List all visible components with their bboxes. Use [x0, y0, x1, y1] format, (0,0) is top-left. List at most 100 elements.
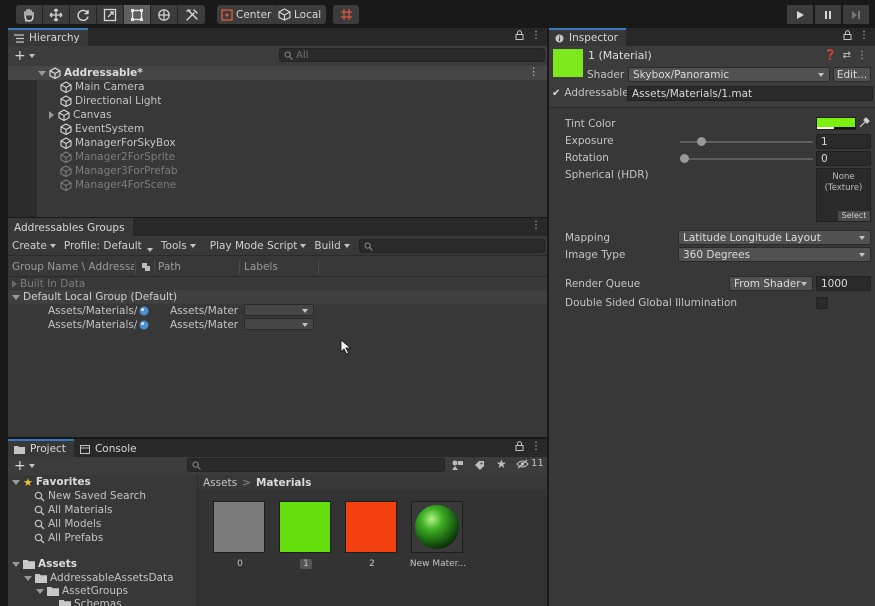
tab-console[interactable]: Console — [74, 439, 145, 457]
breadcrumb-current[interactable]: Materials — [256, 477, 311, 489]
asset-folder-item[interactable]: AssetGroups — [36, 584, 128, 598]
favorite-item[interactable]: All Materials — [34, 503, 112, 517]
rotation-slider-track[interactable] — [680, 158, 813, 160]
profile-menu[interactable]: Profile: Default — [60, 240, 157, 252]
hierarchy-search-input[interactable]: All — [279, 48, 545, 62]
addressable-entry-row[interactable]: Assets/Materials/1 Assets/Materi — [8, 304, 547, 318]
entry-labels-dropdown[interactable] — [244, 304, 314, 316]
pause-icon[interactable] — [815, 5, 841, 24]
filter-by-label-icon[interactable] — [474, 460, 485, 471]
entry-labels-dropdown[interactable] — [244, 318, 314, 330]
render-queue-field[interactable]: 1000 — [816, 276, 871, 291]
image-type-dropdown[interactable]: 360 Degrees — [678, 247, 871, 262]
filter-by-type-icon[interactable] — [452, 460, 464, 471]
chevron-down-icon — [28, 54, 35, 58]
create-menu[interactable]: Create — [8, 240, 60, 252]
tab-hierarchy[interactable]: Hierarchy — [8, 28, 88, 46]
favorite-item[interactable]: All Models — [34, 517, 101, 531]
more-menu-icon[interactable]: ⋮ — [531, 220, 541, 231]
texture-select-button[interactable]: Select — [838, 211, 870, 221]
transform-tool-icon[interactable] — [151, 5, 178, 24]
asset-item[interactable]: New Mater... — [410, 501, 466, 583]
asset-folder-item[interactable]: AddressableAssetsData — [24, 571, 174, 585]
lock-icon[interactable] — [515, 30, 524, 40]
favorite-star-icon[interactable]: ★ — [496, 457, 507, 471]
exposure-field[interactable]: 1 — [816, 134, 871, 149]
grid-snap-icon[interactable] — [333, 5, 359, 24]
dsgi-checkbox[interactable] — [816, 297, 828, 309]
favorite-item[interactable]: New Saved Search — [34, 489, 146, 503]
rect-tool-icon[interactable] — [124, 5, 151, 24]
asset-item[interactable]: 2 — [345, 501, 399, 583]
more-menu-icon[interactable]: ⋮ — [857, 50, 867, 61]
custom-tool-icon[interactable] — [178, 5, 205, 24]
more-menu-icon[interactable]: ⋮ — [859, 30, 869, 41]
pivot-toggle[interactable]: Center — [217, 5, 277, 24]
addressables-search-input[interactable] — [359, 239, 545, 253]
project-search-input[interactable] — [187, 458, 445, 472]
hand-tool-icon[interactable] — [16, 5, 43, 24]
eyedropper-icon[interactable] — [859, 117, 870, 128]
build-menu[interactable]: Build — [310, 240, 353, 252]
column-labels[interactable]: Labels — [244, 261, 278, 273]
hierarchy-item[interactable]: ManagerForSkyBox — [60, 136, 176, 150]
spherical-texture-slot[interactable]: None (Texture) Select — [816, 168, 871, 222]
render-queue-mode-dropdown[interactable]: From Shader — [729, 276, 813, 291]
column-path[interactable]: Path — [158, 261, 181, 273]
scene-row[interactable]: Addressable* — [38, 66, 143, 80]
hierarchy-item[interactable]: Canvas — [49, 108, 112, 122]
scale-tool-icon[interactable] — [97, 5, 124, 24]
assets-root-row[interactable]: Assets — [12, 557, 77, 571]
rotate-tool-icon[interactable] — [70, 5, 97, 24]
asset-folder-item[interactable]: Schemas — [48, 597, 122, 606]
scene-more-menu-icon[interactable]: ⋮ — [529, 66, 540, 78]
play-mode-label: Play Mode Script — [209, 239, 298, 252]
tint-color-label: Tint Color — [565, 118, 616, 130]
hierarchy-item[interactable]: EventSystem — [60, 122, 144, 136]
play-mode-script-menu[interactable]: Play Mode Script — [206, 240, 311, 252]
favorites-row[interactable]: ★ Favorites — [12, 475, 91, 489]
more-menu-icon[interactable]: ⋮ — [531, 30, 541, 41]
info-icon — [555, 34, 564, 42]
pivot-center-icon — [221, 8, 233, 21]
column-group-name[interactable]: Group Name \ Addressab — [12, 261, 134, 273]
built-in-data-row[interactable]: Built In Data — [12, 277, 85, 291]
hierarchy-item[interactable]: Directional Light — [60, 94, 161, 108]
exposure-slider-handle[interactable] — [697, 137, 707, 146]
hierarchy-item[interactable]: Manager4ForScene — [60, 178, 176, 192]
tint-color-field[interactable] — [816, 117, 856, 130]
preset-icon[interactable]: ⇄ — [843, 50, 851, 61]
hierarchy-item[interactable]: Manager3ForPrefab — [60, 164, 178, 178]
tab-inspector[interactable]: Inspector — [549, 28, 626, 46]
addressable-entry-row[interactable]: Assets/Materials/C Assets/Materi — [8, 318, 547, 332]
play-icon[interactable] — [787, 5, 813, 24]
rotation-field[interactable]: 0 — [816, 151, 871, 166]
hierarchy-item[interactable]: Manager2ForSprite — [60, 150, 175, 164]
move-tool-icon[interactable] — [43, 5, 70, 24]
more-menu-icon[interactable]: ⋮ — [531, 441, 541, 452]
step-icon[interactable] — [843, 5, 869, 24]
addressable-path-field[interactable]: Assets/Materials/1.mat — [627, 86, 873, 101]
shader-edit-button[interactable]: Edit... — [833, 67, 871, 82]
breadcrumb-root[interactable]: Assets — [203, 477, 237, 489]
hierarchy-item[interactable]: Main Camera — [60, 80, 145, 94]
addressable-toggle[interactable]: ✔ Addressable — [552, 87, 629, 99]
favorite-item[interactable]: All Prefabs — [34, 531, 103, 545]
hidden-packages-toggle[interactable]: 11 — [516, 458, 544, 469]
space-toggle[interactable]: Local — [274, 5, 327, 24]
asset-item[interactable]: 1 — [279, 501, 333, 583]
checkbox-checked-icon[interactable]: ✔ — [552, 88, 560, 99]
tab-addressables-groups[interactable]: Addressables Groups — [8, 218, 133, 236]
help-icon[interactable]: ❓ — [824, 50, 836, 61]
project-add-button[interactable]: + — [8, 458, 39, 474]
shader-dropdown[interactable]: Skybox/Panoramic — [628, 67, 830, 82]
asset-item[interactable]: 0 — [213, 501, 267, 583]
default-group-row[interactable]: Default Local Group (Default) — [12, 290, 177, 304]
mapping-dropdown[interactable]: Latitude Longitude Layout — [678, 230, 871, 245]
hierarchy-add-button[interactable]: + — [8, 48, 39, 64]
tools-menu[interactable]: Tools — [157, 240, 200, 252]
tab-project[interactable]: Project — [8, 439, 74, 457]
rotation-slider-handle[interactable] — [680, 154, 689, 163]
lock-icon[interactable] — [515, 441, 524, 451]
lock-icon[interactable] — [843, 30, 852, 40]
